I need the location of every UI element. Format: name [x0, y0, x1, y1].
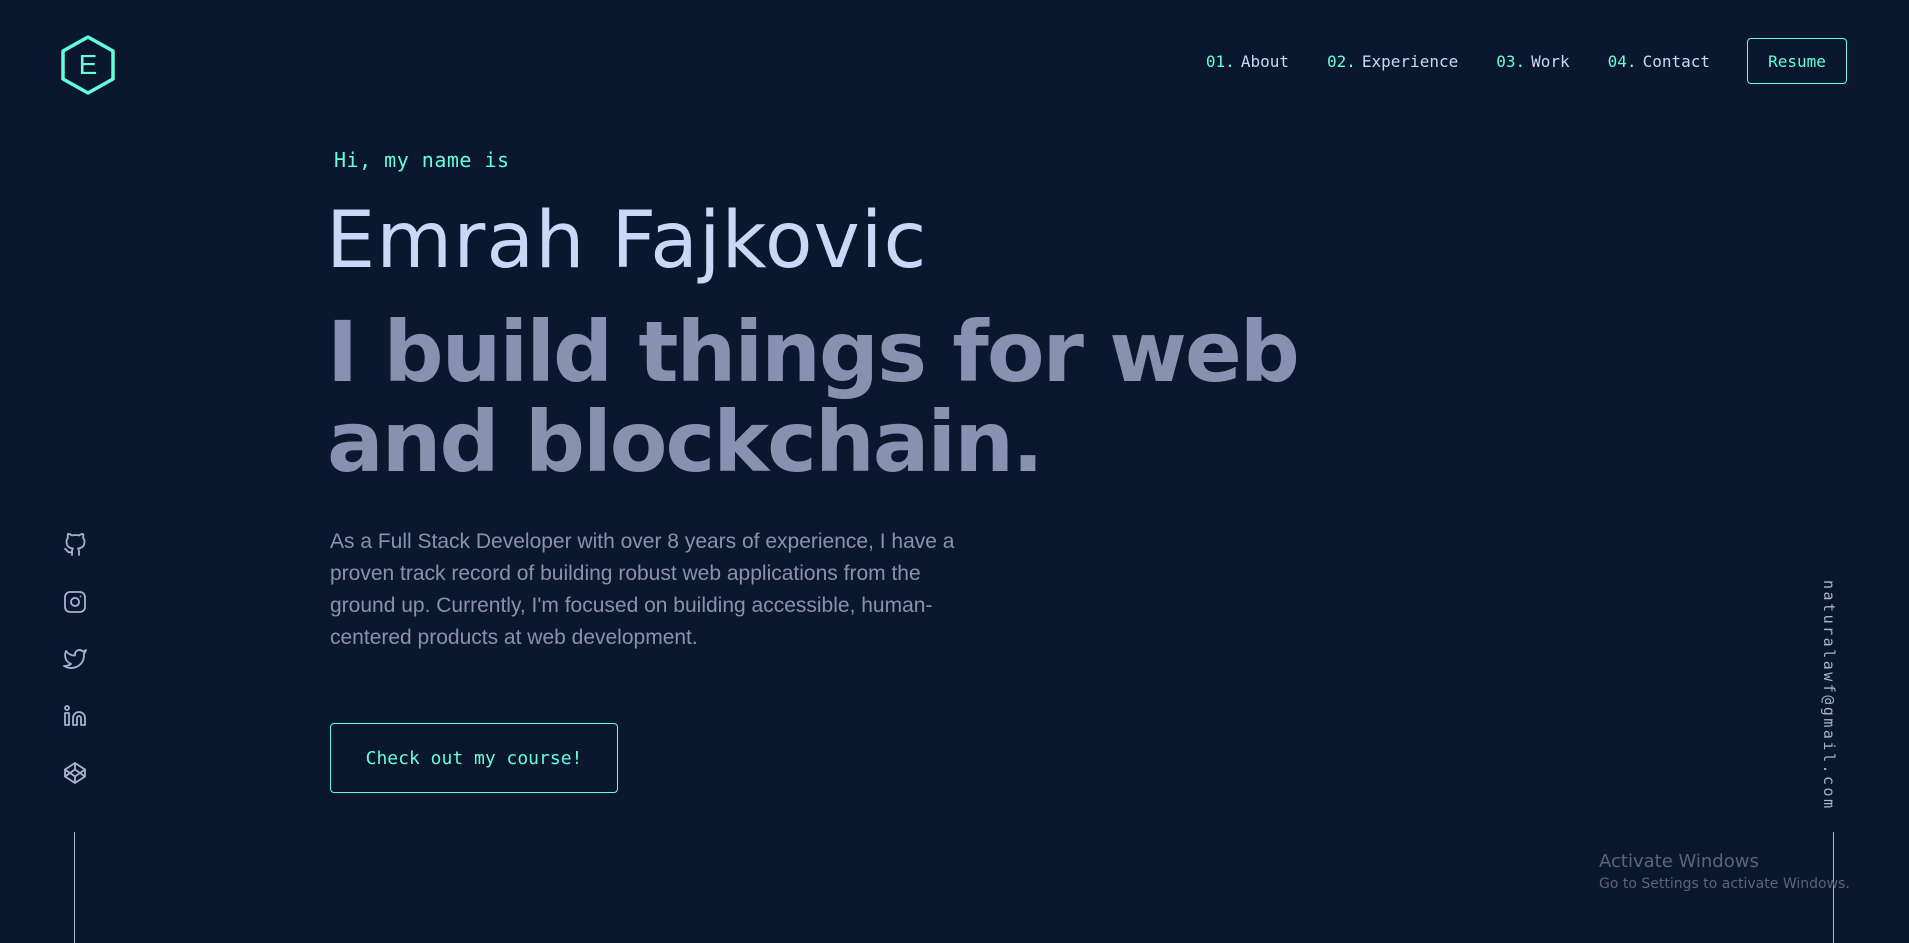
logo-letter: E [79, 49, 98, 80]
hero-name: Emrah Fajkovic [326, 196, 928, 286]
nav-item-contact[interactable]: 04. Contact [1608, 52, 1710, 71]
github-icon[interactable] [58, 528, 92, 562]
email-link[interactable]: naturalawf@gmail.com [1820, 580, 1838, 811]
watermark-subtitle: Go to Settings to activate Windows. [1599, 876, 1850, 892]
nav-number: 01. [1205, 51, 1235, 71]
nav-label: Experience [1361, 51, 1459, 71]
nav-label: Work [1531, 51, 1570, 71]
activate-windows-watermark: Activate Windows Go to Settings to activ… [1599, 850, 1850, 894]
nav-item-experience[interactable]: 02. Experience [1327, 52, 1458, 71]
logo[interactable]: E [60, 34, 116, 96]
social-links [58, 528, 92, 813]
linkedin-icon[interactable] [58, 699, 92, 733]
hero-description: As a Full Stack Developer with over 8 ye… [330, 530, 955, 649]
nav-label: About [1240, 51, 1289, 71]
main-nav: 01. About 02. Experience 03. Work 04. Contac… [1206, 36, 1909, 86]
nav-number: 04. [1607, 51, 1637, 71]
nav-item-work[interactable]: 03. Work [1496, 52, 1569, 71]
codepen-icon[interactable] [58, 756, 92, 790]
nav-item-about[interactable]: 01. About [1206, 52, 1289, 71]
nav-label: Contact [1642, 51, 1710, 71]
nav-number: 02. [1326, 51, 1356, 71]
twitter-icon[interactable] [58, 642, 92, 676]
resume-button[interactable]: Resume [1747, 38, 1847, 84]
watermark-title: Activate Windows [1599, 851, 1759, 872]
hero-tagline: I build things for web and blockchain. [327, 303, 1300, 491]
social-rail-line [74, 832, 75, 943]
instagram-icon[interactable] [58, 585, 92, 619]
course-button[interactable]: Check out my course! [330, 723, 618, 793]
hero-greeting: Hi, my name is [334, 148, 510, 172]
nav-number: 03. [1496, 51, 1526, 71]
